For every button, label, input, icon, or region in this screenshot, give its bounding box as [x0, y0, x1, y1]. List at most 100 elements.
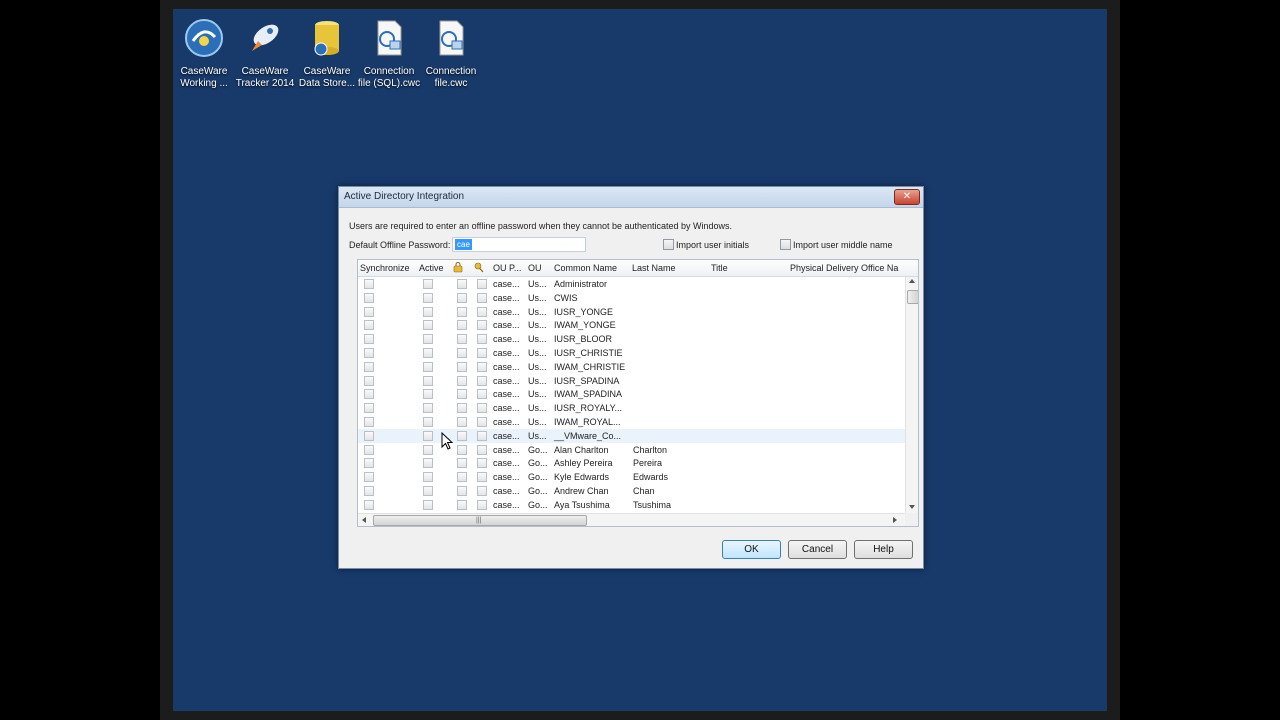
active-checkbox[interactable]	[423, 444, 433, 455]
active-checkbox[interactable]	[423, 458, 433, 469]
column-header-common-name[interactable]: Common Name	[554, 263, 617, 273]
lock-checkbox[interactable]	[457, 472, 467, 483]
synchronize-checkbox[interactable]	[364, 430, 374, 441]
lock-checkbox[interactable]	[457, 389, 467, 400]
key-checkbox[interactable]	[477, 486, 487, 496]
synchronize-checkbox[interactable]	[364, 417, 374, 427]
lock-checkbox[interactable]	[457, 403, 467, 414]
table-row[interactable]: case... Us... IUSR_BLOOR	[358, 332, 905, 346]
column-header-ou-path[interactable]: OU P...	[493, 263, 521, 273]
key-header-icon[interactable]	[474, 262, 484, 273]
column-header-physical-delivery-office[interactable]: Physical Delivery Office Na	[790, 263, 898, 273]
key-checkbox[interactable]	[477, 444, 487, 455]
active-checkbox[interactable]	[423, 320, 433, 331]
active-checkbox[interactable]	[423, 279, 433, 289]
table-row[interactable]: case... Us... IWAM_ROYAL...	[358, 415, 905, 429]
lock-checkbox[interactable]	[457, 458, 467, 469]
synchronize-checkbox[interactable]	[364, 361, 374, 372]
table-row[interactable]: case... Go... Kyle Edwards Edwards	[358, 470, 905, 484]
lock-checkbox[interactable]	[457, 444, 467, 455]
active-checkbox[interactable]	[423, 403, 433, 414]
help-button[interactable]: Help	[854, 540, 913, 559]
active-checkbox[interactable]	[423, 486, 433, 496]
lock-checkbox[interactable]	[457, 499, 467, 510]
lock-checkbox[interactable]	[457, 430, 467, 441]
synchronize-checkbox[interactable]	[364, 320, 374, 331]
active-checkbox[interactable]	[423, 292, 433, 303]
lock-checkbox[interactable]	[457, 292, 467, 303]
dialog-titlebar[interactable]: Active Directory Integration ✕	[339, 187, 923, 208]
table-row[interactable]: case... Us... IUSR_ROYALY...	[358, 401, 905, 415]
import-initials-checkbox[interactable]	[663, 239, 674, 250]
scroll-right-arrow-icon[interactable]	[893, 517, 897, 523]
scroll-down-arrow-icon[interactable]	[909, 505, 915, 509]
table-row[interactable]: case... Go... Andrew Chan Chan	[358, 484, 905, 498]
synchronize-checkbox[interactable]	[364, 306, 374, 317]
key-checkbox[interactable]	[477, 306, 487, 317]
table-row[interactable]: case... Us... CWIS	[358, 291, 905, 305]
key-checkbox[interactable]	[477, 320, 487, 331]
key-checkbox[interactable]	[477, 403, 487, 414]
key-checkbox[interactable]	[477, 472, 487, 483]
active-checkbox[interactable]	[423, 375, 433, 386]
lock-checkbox[interactable]	[457, 375, 467, 386]
default-offline-password-input[interactable]: cae	[452, 237, 586, 252]
vertical-scrollbar[interactable]	[905, 277, 918, 513]
active-checkbox[interactable]	[423, 306, 433, 317]
key-checkbox[interactable]	[477, 334, 487, 345]
table-row[interactable]: case... Us... Administrator	[358, 277, 905, 291]
table-row[interactable]: case... Us... IWAM_CHRISTIE	[358, 360, 905, 374]
active-checkbox[interactable]	[423, 348, 433, 358]
synchronize-checkbox[interactable]	[364, 279, 374, 289]
lock-checkbox[interactable]	[457, 334, 467, 345]
scroll-left-arrow-icon[interactable]	[362, 517, 366, 523]
synchronize-checkbox[interactable]	[364, 348, 374, 358]
synchronize-checkbox[interactable]	[364, 389, 374, 400]
synchronize-checkbox[interactable]	[364, 292, 374, 303]
table-row[interactable]: case... Go... Aya Tsushima Tsushima	[358, 498, 905, 512]
key-checkbox[interactable]	[477, 348, 487, 358]
lock-checkbox[interactable]	[457, 306, 467, 317]
table-row[interactable]: case... Us... IUSR_YONGE	[358, 305, 905, 319]
lock-header-icon[interactable]	[453, 262, 463, 273]
column-header-synchronize[interactable]: Synchronize	[360, 263, 410, 273]
table-row[interactable]: case... Us... IUSR_CHRISTIE	[358, 346, 905, 360]
synchronize-checkbox[interactable]	[364, 375, 374, 386]
active-checkbox[interactable]	[423, 499, 433, 510]
synchronize-checkbox[interactable]	[364, 444, 374, 455]
table-row[interactable]: case... Us... IWAM_YONGE	[358, 318, 905, 332]
key-checkbox[interactable]	[477, 292, 487, 303]
synchronize-checkbox[interactable]	[364, 472, 374, 483]
key-checkbox[interactable]	[477, 361, 487, 372]
scroll-up-arrow-icon[interactable]	[909, 279, 915, 283]
desktop-icon-caseware-working-papers[interactable]: CaseWare Working ...	[171, 17, 237, 90]
close-button[interactable]: ✕	[894, 189, 920, 205]
column-header-last-name[interactable]: Last Name	[632, 263, 676, 273]
active-checkbox[interactable]	[423, 334, 433, 345]
desktop-icon-connection-file[interactable]: Connection file.cwc	[418, 17, 484, 90]
key-checkbox[interactable]	[477, 417, 487, 427]
desktop-icon-caseware-tracker-2014[interactable]: CaseWare Tracker 2014	[232, 17, 298, 90]
synchronize-checkbox[interactable]	[364, 499, 374, 510]
lock-checkbox[interactable]	[457, 417, 467, 427]
cancel-button[interactable]: Cancel	[788, 540, 847, 559]
table-row[interactable]: case... Us... IWAM_SPADINA	[358, 387, 905, 401]
vertical-scroll-thumb[interactable]	[907, 290, 918, 304]
lock-checkbox[interactable]	[457, 486, 467, 496]
import-middle-name-checkbox[interactable]	[780, 239, 791, 250]
column-header-title[interactable]: Title	[711, 263, 728, 273]
lock-checkbox[interactable]	[457, 320, 467, 331]
horizontal-scrollbar[interactable]: |||	[358, 513, 905, 526]
key-checkbox[interactable]	[477, 375, 487, 386]
active-checkbox[interactable]	[423, 472, 433, 483]
key-checkbox[interactable]	[477, 430, 487, 441]
lock-checkbox[interactable]	[457, 361, 467, 372]
ok-button[interactable]: OK	[722, 540, 781, 559]
active-checkbox[interactable]	[423, 430, 433, 441]
table-row[interactable]: case... Go... Ashley Pereira Pereira	[358, 456, 905, 470]
active-checkbox[interactable]	[423, 389, 433, 400]
active-checkbox[interactable]	[423, 361, 433, 372]
desktop-icon-connection-file-sql[interactable]: Connection file (SQL).cwc	[356, 17, 422, 90]
horizontal-scroll-thumb[interactable]: |||	[373, 515, 587, 526]
table-row[interactable]: case... Us... IUSR_SPADINA	[358, 374, 905, 388]
